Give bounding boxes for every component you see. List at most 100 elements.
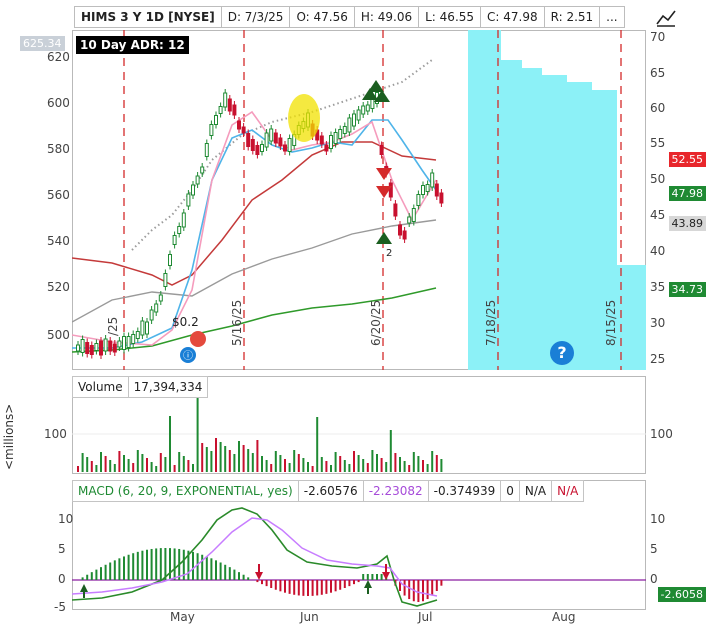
- macd-histogram-bar: [132, 553, 135, 580]
- symbol-label[interactable]: HIMS 3 Y 1D [NYSE]: [75, 7, 222, 27]
- svg-text:ⓘ: ⓘ: [183, 350, 193, 362]
- volume-title: Volume: [73, 377, 129, 397]
- candle: [246, 133, 251, 147]
- candle: [287, 138, 292, 152]
- volume-bar: [219, 442, 222, 472]
- volume-bar: [316, 417, 319, 472]
- date-marker-label: /25: [106, 316, 120, 336]
- macd-histogram-bar: [431, 580, 434, 596]
- volume-bar: [343, 460, 346, 472]
- macd-histogram-bar: [205, 556, 208, 580]
- macd-histogram-bar: [293, 580, 296, 595]
- candle: [352, 113, 356, 127]
- volume-bar: [376, 454, 378, 472]
- volume-bar: [86, 457, 89, 472]
- price-axis-right-label: 70: [650, 30, 666, 44]
- candle: [388, 182, 393, 198]
- volume-bar: [113, 464, 116, 472]
- macd-histogram-bar: [417, 580, 420, 602]
- macd-zero: 0: [501, 481, 520, 501]
- macd-histogram-bar: [357, 580, 360, 583]
- price-tag-sma-gray: 43.89: [668, 216, 706, 231]
- macd-histogram-bar: [403, 580, 406, 596]
- macd-value: -2.60576: [299, 481, 364, 501]
- volume-bar: [371, 450, 374, 472]
- macd-histogram-bar: [141, 550, 144, 580]
- price-chart[interactable]: ⓘ: [72, 30, 646, 370]
- candle: [145, 321, 149, 335]
- price-axis-right-label: 55: [650, 136, 666, 150]
- volume-bar: [141, 454, 144, 472]
- volume-bar: [435, 455, 438, 472]
- volume-bar: [270, 464, 273, 472]
- candle: [99, 340, 103, 356]
- candle: [85, 342, 90, 354]
- macd-histogram-bar: [242, 574, 245, 580]
- volume-bar: [132, 463, 135, 472]
- volume-value: 17,394,334: [133, 380, 203, 394]
- macd-histogram-bar: [380, 574, 383, 580]
- range-readout: R: 2.51: [545, 7, 601, 27]
- close-readout: C: 47.98: [481, 7, 545, 27]
- volume-bar: [389, 430, 392, 472]
- price-axis-right-label: 60: [650, 101, 666, 115]
- candle: [250, 139, 255, 151]
- candle: [80, 339, 85, 353]
- top-left-value: 625.34: [20, 36, 65, 51]
- candle: [158, 294, 163, 302]
- chart-style-icon[interactable]: [655, 8, 677, 28]
- volume-bar: [155, 466, 158, 472]
- macd-line: [72, 507, 438, 607]
- macd-histogram-bar: [339, 580, 342, 590]
- macd-histogram-bar: [435, 580, 438, 591]
- symbol-header: HIMS 3 Y 1D [NYSE] D: 7/3/25 O: 47.56 H:…: [74, 6, 625, 28]
- price-axis-right-label: 50: [650, 172, 666, 186]
- candle: [402, 230, 407, 240]
- volume-bar: [325, 461, 328, 472]
- candle: [273, 132, 278, 144]
- candle: [181, 212, 186, 228]
- macd-histogram-bar: [228, 567, 231, 580]
- macd-diff: -0.374939: [429, 481, 502, 501]
- volume-bar: [366, 463, 369, 472]
- macd-histogram-bar: [215, 560, 217, 580]
- volume-bar: [242, 445, 245, 472]
- macd-axis-label: -5: [54, 600, 66, 614]
- candle: [398, 224, 402, 236]
- macd-histogram-bar: [224, 564, 227, 580]
- candle: [76, 344, 80, 352]
- candle: [361, 105, 366, 115]
- candle: [342, 126, 347, 134]
- macd-histogram-bar: [90, 572, 93, 580]
- volume-bar: [136, 450, 139, 472]
- price-axis-label: 600: [47, 96, 70, 110]
- macd-histogram-bar: [201, 554, 204, 580]
- macd-histogram-bar: [376, 574, 378, 580]
- macd-histogram-bar: [136, 551, 139, 580]
- volume-bar: [100, 452, 102, 472]
- date-marker-label: 8/15/25: [604, 299, 618, 346]
- macd-axis-right-label: 5: [650, 542, 658, 556]
- volume-bar: [288, 463, 291, 472]
- candle: [214, 115, 218, 125]
- macd-histogram-bar: [123, 556, 125, 580]
- volume-units-label: <millions>: [2, 403, 16, 470]
- volume-bar: [403, 461, 406, 472]
- macd-axis-label: 10: [58, 512, 74, 526]
- candle: [131, 334, 136, 344]
- macd-histogram-bar: [196, 553, 199, 580]
- macd-na-2: N/A: [557, 484, 579, 498]
- candle: [117, 340, 122, 348]
- macd-histogram-bar: [366, 574, 369, 580]
- macd-histogram-bar: [247, 577, 250, 580]
- more-button[interactable]: ...: [600, 7, 623, 27]
- earnings-icon: [190, 331, 206, 347]
- macd-histogram-bar: [270, 580, 273, 588]
- macd-histogram-bar: [113, 560, 116, 580]
- help-icon[interactable]: ?: [550, 341, 574, 365]
- candle: [269, 128, 274, 142]
- candle: [200, 166, 205, 174]
- macd-na-1: N/A: [520, 481, 553, 501]
- volume-bar: [362, 459, 365, 472]
- volume-bar: [118, 451, 121, 472]
